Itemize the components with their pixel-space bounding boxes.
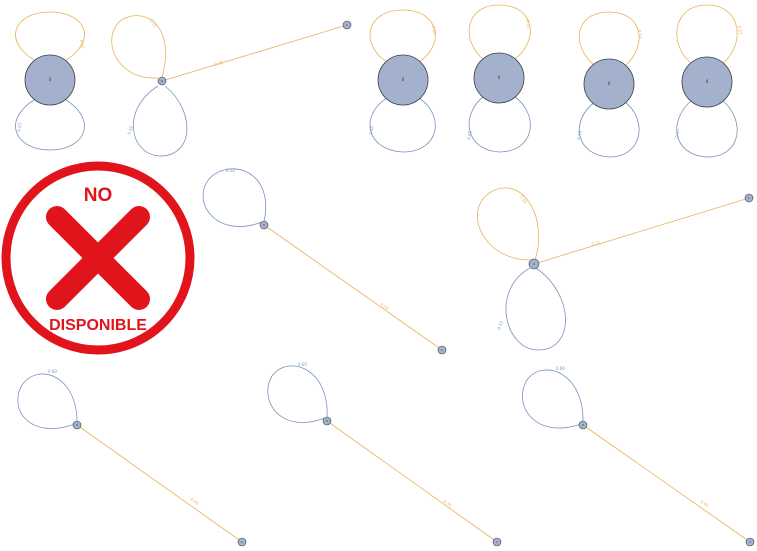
node-label: 0 <box>582 423 584 427</box>
edge-label: 0.25 <box>214 59 224 67</box>
edge-label: 0.55 <box>525 19 532 29</box>
graph-4: 0.51 0.49 0 <box>576 11 644 158</box>
graph-1: 0.55 0.25 0.22 0 1 <box>111 15 352 157</box>
node-label: 0 <box>608 81 611 86</box>
edge-label: 0.45 <box>466 130 473 140</box>
edge-label: 0.53 <box>737 25 744 35</box>
self-loop <box>522 369 584 429</box>
edge <box>582 424 751 543</box>
edge-label: 0.55 <box>149 18 158 29</box>
self-loop-bottom <box>676 99 738 158</box>
self-loop-bottom <box>369 97 436 153</box>
self-loop <box>267 365 328 423</box>
edge-label: 0.40 <box>189 497 200 506</box>
edge-label: 0.60 <box>556 366 565 371</box>
self-loop-bottom <box>133 85 188 157</box>
graph-7: 0.36 0.31 0.33 0 1 <box>477 187 754 351</box>
node-label: 1 <box>346 23 348 27</box>
node-label: 1 <box>496 540 498 544</box>
graph-3: 0.55 0.45 0 <box>466 4 532 153</box>
node-label: 0 <box>326 419 328 423</box>
edge-label: 0.31 <box>591 239 601 247</box>
self-loop-bottom <box>579 101 640 158</box>
graph-2: 0.59 0.40 0 <box>368 9 438 153</box>
graph-6: 0.50 0.50 0 1 <box>202 168 447 355</box>
edge-label: 0.50 <box>226 168 235 173</box>
edge <box>326 420 498 543</box>
self-loop-bottom <box>468 95 531 153</box>
node-label: 0 <box>76 423 78 427</box>
node-label: 1 <box>241 540 243 544</box>
edge <box>161 24 348 82</box>
self-loop-top <box>369 9 436 63</box>
graph-9: 0.65 0.35 0 1 <box>267 362 502 547</box>
node-label: 1 <box>441 348 443 352</box>
node-label: 0 <box>263 223 265 227</box>
self-loop-bottom <box>15 97 85 151</box>
node-label: 0 <box>498 75 501 80</box>
node-label: 1 <box>748 196 750 200</box>
edge-label: 0.40 <box>368 125 375 135</box>
node-label: 0 <box>161 79 163 83</box>
edge <box>76 424 243 543</box>
edge-label: 0.51 <box>637 29 644 39</box>
edge-label: 0.33 <box>496 320 504 331</box>
edge-label: 0.47 <box>674 128 681 138</box>
node-label: 0 <box>402 77 405 82</box>
self-loop-top <box>468 4 531 61</box>
self-loop-top <box>477 187 540 261</box>
stamp-top-text: NO <box>84 185 113 206</box>
edge-label: 0.65 <box>298 362 307 367</box>
edge-label: 0.60 <box>48 369 57 374</box>
self-loop-bottom <box>505 267 566 351</box>
edge-label: 0.23 <box>16 122 23 132</box>
self-loop-top <box>579 11 640 67</box>
graph-canvas: 0.55 0.23 0 0.55 0.25 0.22 0 1 0.59 0.40… <box>1 4 755 547</box>
self-loop <box>17 373 78 429</box>
not-available-stamp: NO DISPONIBLE <box>1 161 195 355</box>
node-label: 0 <box>706 79 709 84</box>
self-loop-top <box>15 11 85 63</box>
node-label: 1 <box>749 540 751 544</box>
edge <box>533 197 750 265</box>
stamp-bottom-text: DISPONIBLE <box>49 317 147 334</box>
node-label: 0 <box>49 77 52 82</box>
graph-10: 0.60 0.40 0 1 <box>522 366 755 547</box>
self-loop-top <box>676 4 738 65</box>
edge-label: 0.40 <box>699 499 710 508</box>
self-loop <box>202 168 267 227</box>
edge <box>263 224 443 351</box>
node-label: 0 <box>533 262 535 266</box>
edge-label: 0.59 <box>431 25 438 35</box>
edge-label: 0.49 <box>576 130 583 140</box>
graph-8: 0.60 0.40 0 1 <box>17 369 247 547</box>
graph-0: 0.55 0.23 0 <box>15 11 86 151</box>
edge-label: 0.36 <box>519 194 528 205</box>
graph-5: 0.53 0.47 0 <box>674 4 744 158</box>
